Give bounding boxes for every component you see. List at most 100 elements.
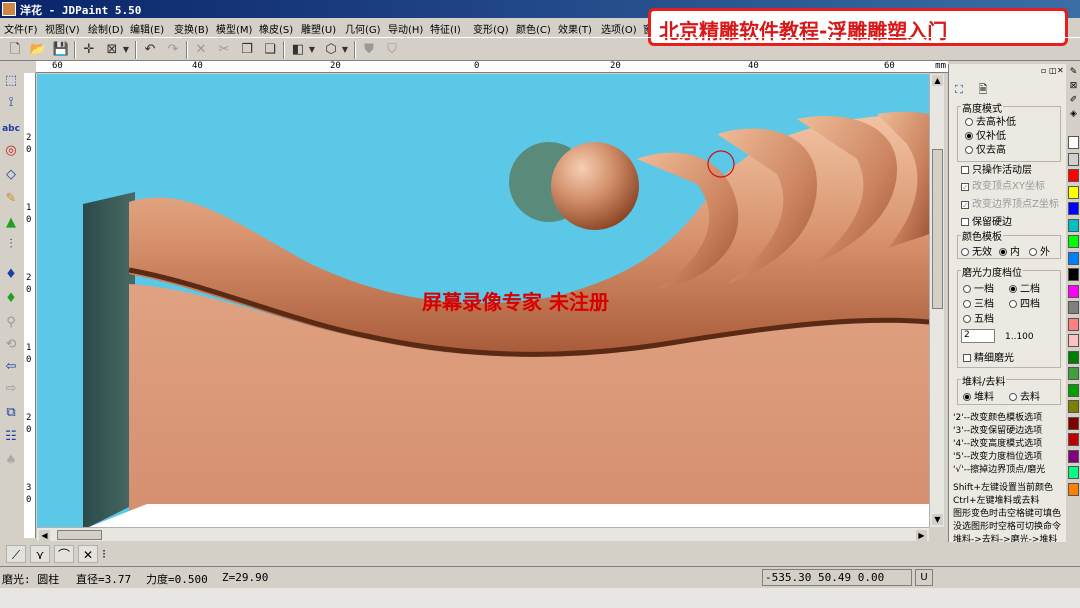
more-tools-icon[interactable]: ⁝ [100,545,108,563]
mound-tool-icon[interactable]: ▲ [2,214,20,232]
scissors-icon[interactable]: ✂ [215,41,233,59]
text-tool-icon[interactable]: abc [2,120,20,138]
check-fine-grind[interactable]: 精细磨光 [963,349,1014,364]
arc-tool-icon[interactable]: ⌒ [54,545,74,563]
menu-item[interactable]: 模型(M) [216,21,252,36]
scroll-right-icon[interactable]: ▶ [916,530,927,541]
color-swatch[interactable] [1068,185,1079,199]
box-select-icon[interactable]: ⊠ [103,41,121,59]
crosshair-icon[interactable]: ✛ [80,41,98,59]
check-active-layer[interactable]: 只操作活动层 [961,161,1032,176]
color-swatch[interactable] [1068,482,1079,496]
brush-grey-icon[interactable]: ⚲ [2,314,20,332]
measure-tool-icon[interactable]: ⫶ [2,236,20,254]
rotate-grey-icon[interactable]: ⟲ [2,336,20,354]
menu-item[interactable]: 几何(G) [345,21,381,36]
radio-grind-3[interactable]: 四档 [1009,295,1040,310]
radio-grind-2[interactable]: 三档 [963,295,994,310]
menu-item[interactable]: 绘制(D) [88,21,124,36]
grind-value-input[interactable]: 2 [961,329,995,343]
color-swatch[interactable] [1068,350,1079,364]
menu-item[interactable]: 雕塑(U) [301,21,336,36]
vertical-scroll-thumb[interactable] [932,149,943,309]
radio-grind-1[interactable]: 二档 [1009,280,1040,295]
dropdown-arrow-icon[interactable]: ▼ [121,41,131,59]
color-swatch[interactable] [1068,202,1079,215]
pencil-tool-icon[interactable]: ✎ [2,190,20,208]
color-swatch[interactable] [1068,136,1079,149]
palette-drop-icon[interactable]: ◈ [1068,108,1079,121]
color-swatch[interactable] [1068,383,1079,397]
app-icon[interactable] [2,2,16,16]
color-swatch[interactable] [1068,433,1079,446]
color-swatch[interactable] [1068,235,1079,248]
undo-icon[interactable]: ↶ [141,41,159,59]
menu-item[interactable]: 橡皮(S) [259,21,293,36]
color-swatch[interactable] [1068,334,1079,347]
menu-item[interactable]: 视图(V) [45,21,80,36]
check-xy-coords[interactable]: ✓ 改变顶点XY坐标 [961,177,1045,192]
redo-icon[interactable]: ↷ [164,41,182,59]
palette-pencil-icon[interactable]: ✎ [1068,66,1079,79]
color-swatch[interactable] [1068,268,1079,281]
radio-color-0[interactable]: 无效 [961,243,992,258]
rotate-dropdown-icon[interactable]: ▼ [340,41,350,59]
palette-brush-icon[interactable]: ✐ [1068,94,1079,107]
color-swatch[interactable] [1068,466,1079,479]
radio-height-0[interactable]: 去高补低 [965,113,1016,128]
palette-cross-icon[interactable]: ⊠ [1068,80,1079,93]
arrow-left-icon[interactable]: ⇦ [2,358,20,376]
color-swatch[interactable] [1068,251,1079,265]
arrow-right-icon[interactable]: ⇨ [2,380,20,398]
trim-tool-icon[interactable]: ✕ [78,545,98,563]
radio-material-1[interactable]: 去料 [1009,388,1040,403]
shape-b-icon[interactable]: ⛉ [383,41,401,59]
horizontal-scrollbar[interactable]: ◀ ▶ [37,527,929,541]
radio-grind-4[interactable]: 五档 [963,310,994,325]
radio-color-1[interactable]: 内 [999,243,1020,258]
menu-item[interactable]: 特征(I) [430,21,461,36]
layers-tool-icon[interactable]: ⧉ [2,404,20,422]
paste-icon[interactable]: ❏ [261,41,279,59]
line-tool-icon[interactable]: ⟋ [6,545,26,563]
color-swatch[interactable] [1068,301,1079,314]
menu-item[interactable]: 导动(H) [388,21,423,36]
sculpt-grey-icon[interactable]: ♠ [2,452,20,470]
menu-item[interactable]: 变形(Q) [473,21,509,36]
radio-grind-0[interactable]: 一档 [963,280,994,295]
relief-viewport[interactable]: 屏幕录像专家 未注册 [37,74,929,527]
tab-tool-icon[interactable]: ⛶ [951,82,967,98]
scroll-down-icon[interactable]: ▼ [932,514,943,525]
copy-icon[interactable]: ❐ [238,41,256,59]
horizontal-scroll-thumb[interactable] [57,530,102,540]
radio-height-2[interactable]: 仅去高 [965,141,1006,156]
menu-item[interactable]: 编辑(E) [130,21,164,36]
color-swatch[interactable] [1068,284,1079,298]
push-pin-green-icon[interactable]: ♦ [2,290,20,308]
tab-document-icon[interactable]: 🗎 [975,82,991,98]
radio-color-2[interactable]: 外 [1029,243,1050,258]
scroll-left-icon[interactable]: ◀ [39,530,50,541]
panel-restore-icon[interactable]: ◫ [1049,66,1057,75]
color-swatch[interactable] [1068,169,1079,182]
color-swatch[interactable] [1068,416,1079,430]
menu-item[interactable]: 效果(T) [558,21,592,36]
panel-close-icon[interactable]: ✕ [1057,66,1064,75]
color-swatch[interactable] [1068,449,1079,463]
color-swatch[interactable] [1068,152,1079,166]
save-icon[interactable]: 💾 [52,41,70,59]
menu-item[interactable]: 变换(B) [174,21,209,36]
color-swatch[interactable] [1068,367,1079,380]
menu-item[interactable]: 选项(O) [601,21,637,36]
spline-tool-icon[interactable]: ⋎ [30,545,50,563]
color-swatch[interactable] [1068,400,1079,413]
cut-x-icon[interactable]: ✕ [192,41,210,59]
cube-icon[interactable]: ◧ [289,41,307,59]
check-z-coords[interactable]: ✓ 改变边界顶点Z坐标 [961,195,1059,210]
grid-tool-icon[interactable]: ☷ [2,428,20,446]
push-pin-blue-icon[interactable]: ♦ [2,266,20,284]
unit-button[interactable]: U [915,569,933,586]
menu-item[interactable]: 颜色(C) [516,21,551,36]
panel-min-icon[interactable]: ▫ [1041,66,1046,75]
scroll-up-icon[interactable]: ▲ [932,75,943,86]
